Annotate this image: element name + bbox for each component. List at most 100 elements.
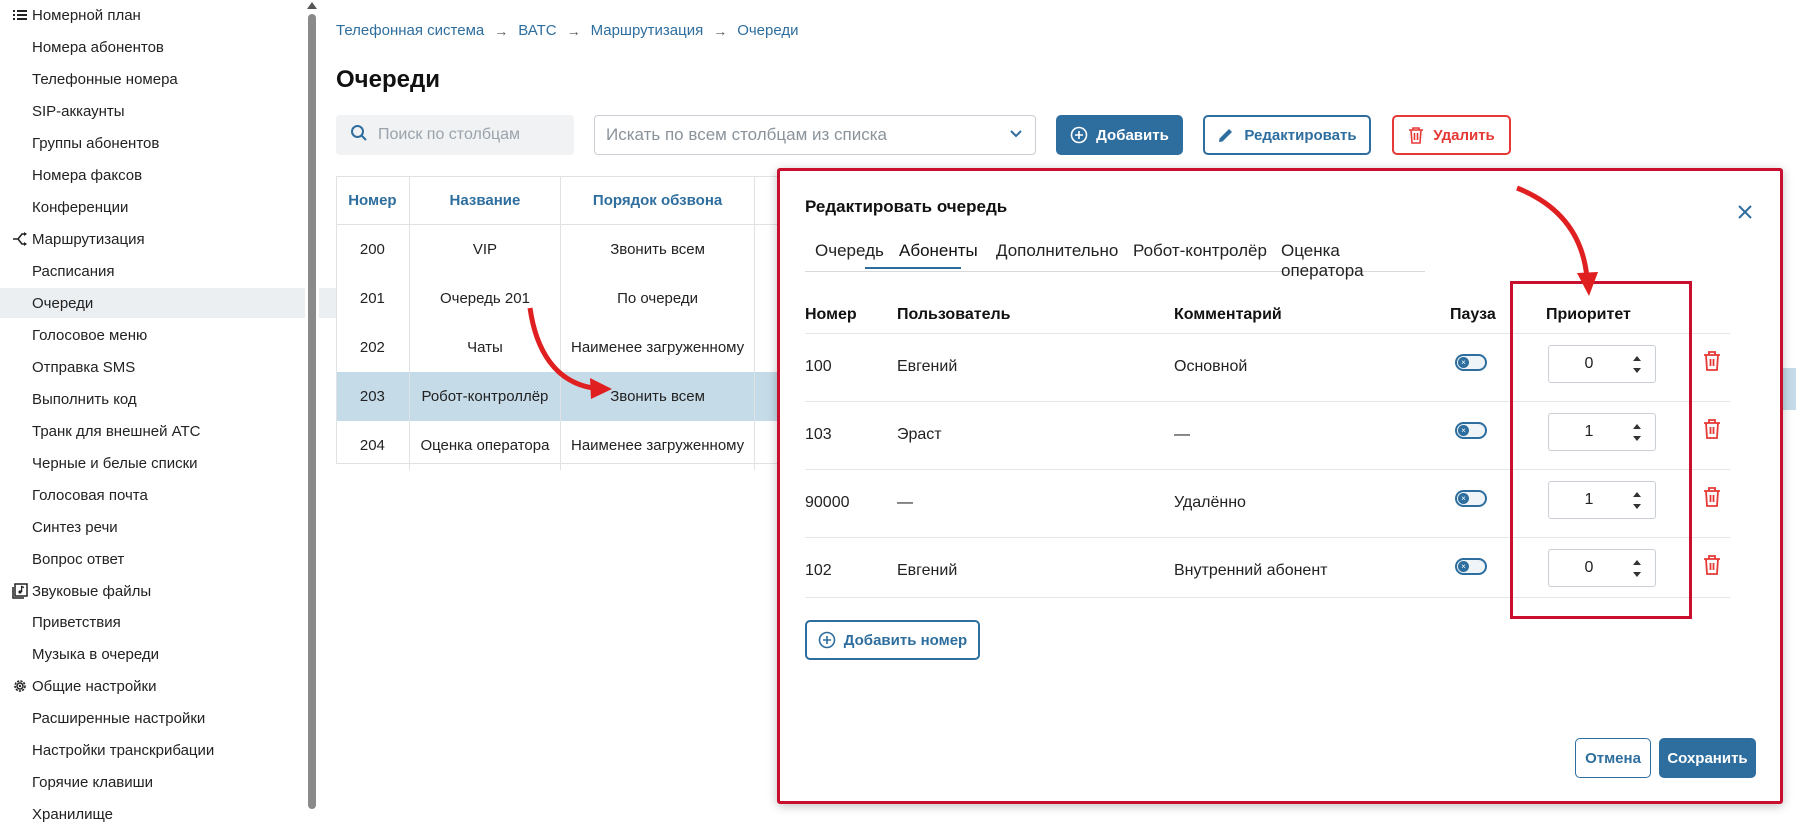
pause-toggle[interactable]: × bbox=[1455, 490, 1487, 507]
sidebar-item-label: Приветствия bbox=[32, 613, 121, 631]
pause-toggle[interactable]: × bbox=[1455, 558, 1487, 575]
sidebar-item-speech-synthesis[interactable]: Синтез речи bbox=[0, 512, 337, 542]
add-button[interactable]: Добавить bbox=[1056, 115, 1183, 155]
tab-robot-controller[interactable]: Робот-контролёр bbox=[1133, 241, 1267, 261]
subscriber-user: — bbox=[897, 494, 913, 511]
table-cell-name: Робот-контроллёр bbox=[409, 372, 562, 421]
sidebar-item-subscriber-groups[interactable]: Группы абонентов bbox=[0, 128, 337, 158]
breadcrumb-item[interactable]: Маршрутизация bbox=[591, 22, 704, 39]
sidebar-group-numbering-plan[interactable]: Номерной план bbox=[0, 0, 317, 30]
routing-icon bbox=[12, 231, 28, 247]
table-row-selected[interactable]: 203 Робот-контроллёр Звонить всем bbox=[336, 372, 796, 421]
column-header-dial-order[interactable]: Порядок обзвона bbox=[560, 176, 756, 225]
table-cell-dial-order: Наименее загруженному bbox=[560, 421, 756, 470]
sidebar-item-label: Голосовое меню bbox=[32, 326, 148, 344]
table-row[interactable]: 204 Оценка оператора Наименее загруженно… bbox=[336, 421, 796, 470]
table-cell-number: 203 bbox=[336, 372, 410, 421]
trash-icon[interactable] bbox=[1702, 486, 1724, 510]
table-row[interactable]: 202 Чаты Наименее загруженному bbox=[336, 323, 796, 372]
sidebar-item-label: Группы абонентов bbox=[32, 134, 160, 152]
breadcrumb-item[interactable]: Очереди bbox=[737, 22, 798, 39]
sidebar-group-label: Звуковые файлы bbox=[32, 582, 152, 600]
table-cell-name: Чаты bbox=[409, 323, 562, 372]
sidebar-item-voicemail[interactable]: Голосовая почта bbox=[0, 480, 337, 510]
sidebar-item-run-code[interactable]: Выполнить код bbox=[0, 384, 337, 414]
sidebar-scrollbar-thumb[interactable] bbox=[308, 14, 316, 809]
delete-button[interactable]: Удалить bbox=[1392, 115, 1511, 155]
add-number-button[interactable]: Добавить номер bbox=[805, 620, 980, 660]
sidebar-item-label: SIP-аккаунты bbox=[32, 102, 125, 120]
breadcrumb-item[interactable]: ВАТС bbox=[518, 22, 556, 39]
sidebar-item-phone-numbers[interactable]: Телефонные номера bbox=[0, 64, 337, 94]
tab-additional[interactable]: Дополнительно bbox=[996, 241, 1118, 261]
save-button[interactable]: Сохранить bbox=[1659, 738, 1756, 778]
table-row[interactable]: 200 VIP Звонить всем bbox=[336, 224, 796, 274]
column-header-number[interactable]: Номер bbox=[336, 176, 410, 225]
sidebar-item-hotkeys[interactable]: Горячие клавиши bbox=[0, 767, 337, 797]
column-header-user: Пользователь bbox=[897, 306, 1011, 323]
sidebar-item-label: Горячие клавиши bbox=[32, 773, 154, 791]
sidebar-group-general-settings[interactable]: Общие настройки bbox=[0, 671, 317, 701]
sidebar-group-audio-files[interactable]: Звуковые файлы bbox=[0, 576, 317, 606]
sidebar-item-queues[interactable]: Очереди bbox=[0, 288, 337, 318]
subscriber-number: 100 bbox=[805, 358, 832, 375]
sidebar-item-label: Очереди bbox=[32, 294, 94, 312]
sidebar-item-black-white-lists[interactable]: Черные и белые списки bbox=[0, 448, 337, 478]
tab-subscribers[interactable]: Абоненты bbox=[899, 241, 978, 261]
sidebar-item-sip-accounts[interactable]: SIP-аккаунты bbox=[0, 96, 337, 126]
tab-operator-rating[interactable]: Оценка оператора bbox=[1281, 241, 1425, 281]
sidebar-item-question-answer[interactable]: Вопрос ответ bbox=[0, 544, 337, 574]
arrow-right-icon: → bbox=[566, 22, 581, 39]
column-header-name[interactable]: Название bbox=[409, 176, 562, 225]
toggle-off-icon: × bbox=[1458, 425, 1469, 436]
pause-toggle[interactable]: × bbox=[1455, 354, 1487, 371]
sidebar-item-external-trunk[interactable]: Транк для внешней АТС bbox=[0, 416, 337, 446]
sidebar-item-label: Синтез речи bbox=[32, 518, 118, 536]
cancel-button[interactable]: Отмена bbox=[1575, 738, 1651, 778]
tab-queue[interactable]: Очередь bbox=[815, 241, 884, 261]
column-filter-select[interactable]: Искать по всем столбцам из списка bbox=[594, 115, 1036, 155]
breadcrumb-item[interactable]: Телефонная система bbox=[336, 22, 484, 39]
subscriber-number: 103 bbox=[805, 426, 832, 443]
trash-icon[interactable] bbox=[1702, 554, 1724, 578]
sidebar-item-queue-music[interactable]: Музыка в очереди bbox=[0, 639, 337, 669]
sidebar-item-label: Черные и белые списки bbox=[32, 454, 198, 472]
edit-button[interactable]: Редактировать bbox=[1203, 115, 1371, 155]
sidebar-item-conferences[interactable]: Конференции bbox=[0, 192, 337, 222]
sidebar-item-storage[interactable]: Хранилище bbox=[0, 799, 337, 829]
subscriber-comment: Внутренний абонент bbox=[1174, 562, 1328, 579]
sidebar-item-advanced-settings[interactable]: Расширенные настройки bbox=[0, 703, 337, 733]
subscriber-comment: Основной bbox=[1174, 358, 1248, 375]
table-cell-number: 204 bbox=[336, 421, 410, 470]
sidebar-item-fax-numbers[interactable]: Номера факсов bbox=[0, 160, 337, 190]
pause-toggle[interactable]: × bbox=[1455, 422, 1487, 439]
sidebar-item-voice-menu[interactable]: Голосовое меню bbox=[0, 320, 337, 350]
trash-icon[interactable] bbox=[1702, 418, 1724, 442]
sidebar-item-send-sms[interactable]: Отправка SMS bbox=[0, 352, 337, 382]
chevron-down-icon bbox=[1009, 126, 1023, 144]
search-placeholder: Поиск по столбцам bbox=[378, 126, 521, 143]
search-input[interactable]: Поиск по столбцам bbox=[336, 115, 574, 155]
column-header-number: Номер bbox=[805, 306, 857, 323]
sidebar-group-routing[interactable]: Маршрутизация bbox=[0, 224, 317, 254]
sidebar-item-greetings[interactable]: Приветствия bbox=[0, 607, 337, 637]
trash-icon[interactable] bbox=[1702, 350, 1724, 374]
table-cell-name: Очередь 201 bbox=[409, 274, 562, 323]
subscriber-number: 102 bbox=[805, 562, 832, 579]
plus-circle-icon bbox=[1070, 126, 1088, 144]
dialog-title: Редактировать очередь bbox=[805, 197, 1008, 216]
close-icon[interactable] bbox=[1734, 201, 1756, 223]
sidebar-item-schedules[interactable]: Расписания bbox=[0, 256, 337, 286]
table-cell-number: 202 bbox=[336, 323, 410, 372]
sidebar-item-label: Номера абонентов bbox=[32, 38, 164, 56]
sidebar-item-subscriber-numbers[interactable]: Номера абонентов bbox=[0, 32, 337, 62]
table-row[interactable]: 201 Очередь 201 По очереди bbox=[336, 274, 796, 323]
selected-row-overflow bbox=[1782, 368, 1796, 410]
table-cell-number: 200 bbox=[336, 224, 410, 274]
sidebar-item-transcription-settings[interactable]: Настройки транскрибации bbox=[0, 735, 337, 765]
sidebar-item-label: Голосовая почта bbox=[32, 486, 148, 504]
trash-icon bbox=[1408, 126, 1424, 144]
plus-circle-icon bbox=[818, 631, 836, 649]
scroll-up-icon[interactable] bbox=[307, 2, 317, 9]
sidebar-group-label: Общие настройки bbox=[32, 677, 157, 695]
